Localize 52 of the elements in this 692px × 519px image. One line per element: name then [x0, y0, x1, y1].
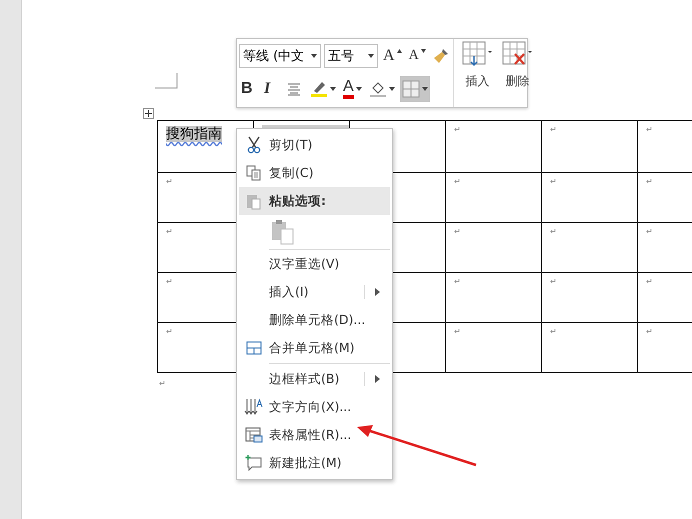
table-properties-icon: [245, 427, 263, 443]
table-cell: ↵: [638, 173, 692, 223]
insert-rows-icon: [462, 41, 494, 67]
highlighter-icon: [310, 80, 328, 98]
italic-button[interactable]: I: [262, 76, 282, 102]
table-cell: ↵: [542, 323, 638, 373]
table-cell: ↵: [638, 323, 692, 373]
table-cell: ↵: [446, 223, 542, 273]
shrink-font-button[interactable]: A: [406, 43, 428, 69]
table-cell: ↵: [638, 121, 692, 173]
caret-icon: [311, 54, 317, 58]
font-field[interactable]: 等线 (中文: [239, 44, 321, 68]
text-direction-icon: [244, 398, 264, 416]
menu-item[interactable]: 文字方向(X)...: [239, 393, 390, 421]
caret-icon: [330, 87, 336, 91]
caret-icon: [368, 54, 374, 58]
table-cell: ↵: [446, 323, 542, 373]
font-color-button[interactable]: A: [341, 76, 364, 102]
table-cell: ↵: [542, 223, 638, 273]
grow-font-button[interactable]: A: [381, 43, 404, 69]
paragraph-mark: ↵: [158, 378, 166, 388]
up-caret-icon: [396, 49, 402, 53]
caret-icon: [388, 87, 395, 91]
borders-icon: [402, 80, 420, 98]
table-cell: ↵: [446, 273, 542, 323]
brush-icon: [432, 48, 449, 64]
paint-bucket-icon: [368, 80, 387, 98]
menu-item[interactable]: 表格属性(R)...: [239, 421, 390, 449]
table-cell: ↵: [542, 121, 638, 173]
table-cell: ↵: [446, 121, 542, 173]
table-cell: ↵: [542, 273, 638, 323]
font-size-field[interactable]: 五号: [324, 44, 378, 68]
caret-icon: [356, 87, 362, 91]
insert-button[interactable]: 插入: [458, 39, 498, 107]
menu-header: 粘贴选项:: [269, 192, 327, 210]
align-center-icon: [287, 82, 301, 96]
comment-icon: [245, 455, 263, 471]
table-cell: ↵: [638, 273, 692, 323]
bold-button[interactable]: B: [239, 76, 259, 102]
paste-option-icon[interactable]: [271, 219, 295, 245]
delete-button[interactable]: 删除: [498, 39, 538, 107]
caret-icon: [422, 87, 428, 91]
table-cell: ↵: [446, 173, 542, 223]
table-cell: ↵: [542, 173, 638, 223]
copy-icon: [246, 165, 262, 181]
table-icon: [246, 341, 262, 355]
caret-icon: [420, 49, 426, 53]
table-cell: ↵: [638, 223, 692, 273]
crop-mark: [155, 73, 179, 89]
menu-item[interactable]: 新建批注(M): [239, 449, 390, 477]
clipboard-icon: [246, 192, 262, 210]
move-handle-icon[interactable]: [143, 108, 154, 119]
